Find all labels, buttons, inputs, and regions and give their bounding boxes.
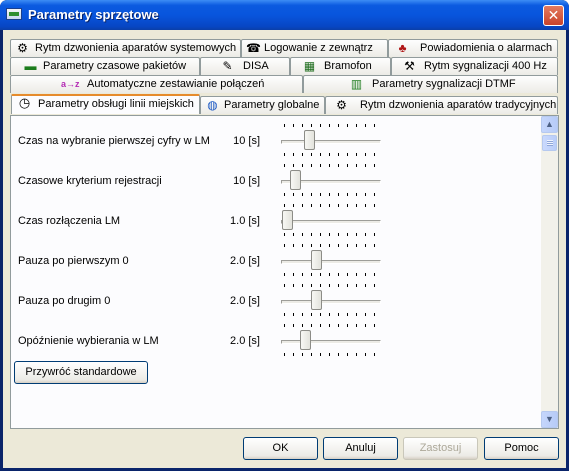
tab-rytm-tradycyjnych[interactable]: ⚙ Rytm dzwonienia aparatów tradycyjnych (325, 96, 558, 114)
wrench-icon: ✎ (222, 59, 233, 73)
param-label: Czasowe kryterium rejestracji (18, 175, 162, 187)
vertical-scrollbar[interactable]: ▲ ▼ (541, 116, 558, 428)
param-label: Czas rozłączenia LM (18, 215, 121, 227)
tab-label: Automatyczne zestawianie połączeń (87, 78, 265, 90)
slider-thumb[interactable] (311, 290, 322, 310)
packet-icon: ▬ (24, 59, 37, 73)
dtmf-icon: ▥ (350, 77, 363, 91)
param-value: 10 [s] (233, 135, 260, 147)
tab-label: Parametry czasowe pakietów (43, 60, 187, 72)
gear-icon: ⚙ (336, 98, 347, 112)
slider-ticks (284, 353, 378, 356)
slider-track (281, 340, 381, 344)
param-label: Opóźnienie wybierania w LM (18, 335, 159, 347)
param-slider[interactable] (281, 122, 381, 160)
tab-powiadomienia[interactable]: ♣ Powiadomienia o alarmach (388, 39, 558, 57)
slider-track (281, 220, 381, 224)
tab-label: Parametry sygnalizacji DTMF (372, 78, 516, 90)
tools-icon: ⚒ (404, 59, 415, 73)
app-icon (6, 8, 22, 20)
slider-ticks (284, 204, 378, 207)
tab-label: Logowanie z zewnątrz (264, 42, 373, 54)
param-label: Czas na wybranie pierwszej cyfry w LM (18, 135, 210, 147)
slider-track (281, 300, 381, 304)
intercom-icon: ▦ (303, 59, 316, 73)
tab-label: Powiadomienia o alarmach (420, 42, 553, 54)
scroll-down-button[interactable]: ▼ (541, 411, 558, 428)
slider-ticks (284, 244, 378, 247)
tab-rytm-systemowych[interactable]: ⚙ Rytm dzwonienia aparatów systemowych (10, 39, 241, 57)
param-value: 10 [s] (233, 175, 260, 187)
param-value: 1.0 [s] (230, 215, 260, 227)
param-label: Pauza po drugim 0 (18, 295, 111, 307)
phone-icon: ☎ (246, 41, 261, 55)
slider-ticks (284, 153, 378, 156)
slider-ticks (284, 193, 378, 196)
tab-label: Bramofon (324, 60, 372, 72)
tab-label: Rytm sygnalizacji 400 Hz (424, 60, 547, 72)
slider-thumb[interactable] (304, 130, 315, 150)
globe-icon: ◍ (207, 98, 218, 112)
slider-thumb[interactable] (300, 330, 311, 350)
slider-ticks (284, 273, 378, 276)
tab-panel: Czas na wybranie pierwszej cyfry w LM 10 … (10, 115, 559, 429)
tab-label: Rytm dzwonienia aparatów systemowych (35, 42, 237, 54)
param-slider[interactable] (281, 202, 381, 240)
alarm-icon: ♣ (398, 41, 407, 55)
tab-label: DISA (243, 60, 269, 72)
tab-label: Rytm dzwonienia aparatów tradycyjnych (360, 99, 557, 111)
slider-ticks (284, 233, 378, 236)
param-value: 2.0 [s] (230, 295, 260, 307)
tab-label: Parametry obsługi linii miejskich (38, 98, 194, 110)
chevron-down-icon: ▼ (545, 414, 554, 424)
dialog-window: Parametry sprzętowe ✕ ⚙ Rytm dzwonienia … (0, 0, 569, 471)
chevron-up-icon: ▲ (545, 119, 554, 129)
slider-ticks (284, 284, 378, 287)
reset-defaults-button[interactable]: Przywróć standardowe (14, 361, 148, 384)
param-slider[interactable] (281, 322, 381, 360)
close-button[interactable]: ✕ (543, 5, 564, 26)
slider-track (281, 260, 381, 264)
scroll-thumb[interactable] (542, 135, 557, 151)
param-label: Pauza po pierwszym 0 (18, 255, 129, 267)
tab-logowanie[interactable]: ☎ Logowanie z zewnątrz (241, 39, 388, 57)
param-slider[interactable] (281, 282, 381, 320)
gear-icon: ⚙ (17, 41, 28, 55)
param-slider[interactable] (281, 242, 381, 280)
slider-ticks (284, 124, 378, 127)
window-title: Parametry sprzętowe (28, 7, 159, 22)
slider-ticks (284, 313, 378, 316)
param-value: 2.0 [s] (230, 255, 260, 267)
slider-ticks (284, 324, 378, 327)
tab-obsluga-linii[interactable]: ◷ Parametry obsługi linii miejskich (11, 94, 200, 114)
tab-parametry-pakietow[interactable]: ▬ Parametry czasowe pakietów (10, 57, 200, 75)
tab-dtmf[interactable]: ▥ Parametry sygnalizacji DTMF (303, 75, 558, 93)
tab-rytm-400hz[interactable]: ⚒ Rytm sygnalizacji 400 Hz (391, 57, 558, 75)
az-icon: a→z (61, 79, 80, 89)
slider-thumb[interactable] (282, 210, 293, 230)
dialog-client: ⚙ Rytm dzwonienia aparatów systemowych ☎… (3, 30, 566, 468)
cancel-button[interactable]: Anuluj (323, 437, 398, 460)
slider-thumb[interactable] (311, 250, 322, 270)
ok-button[interactable]: OK (243, 437, 318, 460)
slider-ticks (284, 164, 378, 167)
param-value: 2.0 [s] (230, 335, 260, 347)
tab-bramofon[interactable]: ▦ Bramofon (290, 57, 391, 75)
tab-disa[interactable]: ✎ DISA (200, 57, 290, 75)
scroll-up-button[interactable]: ▲ (541, 116, 558, 133)
tab-parametry-globalne[interactable]: ◍ Parametry globalne (200, 96, 325, 114)
clock-icon: ◷ (18, 95, 31, 110)
slider-track (281, 140, 381, 144)
title-bar[interactable]: Parametry sprzętowe ✕ (0, 0, 569, 30)
tab-automatyczne[interactable]: a→z Automatyczne zestawianie połączeń (10, 75, 303, 93)
param-slider[interactable] (281, 162, 381, 200)
help-button[interactable]: Pomoc (484, 437, 559, 460)
apply-button[interactable]: Zastosuj (403, 437, 478, 460)
tab-label: Parametry globalne (224, 99, 320, 111)
slider-thumb[interactable] (290, 170, 301, 190)
